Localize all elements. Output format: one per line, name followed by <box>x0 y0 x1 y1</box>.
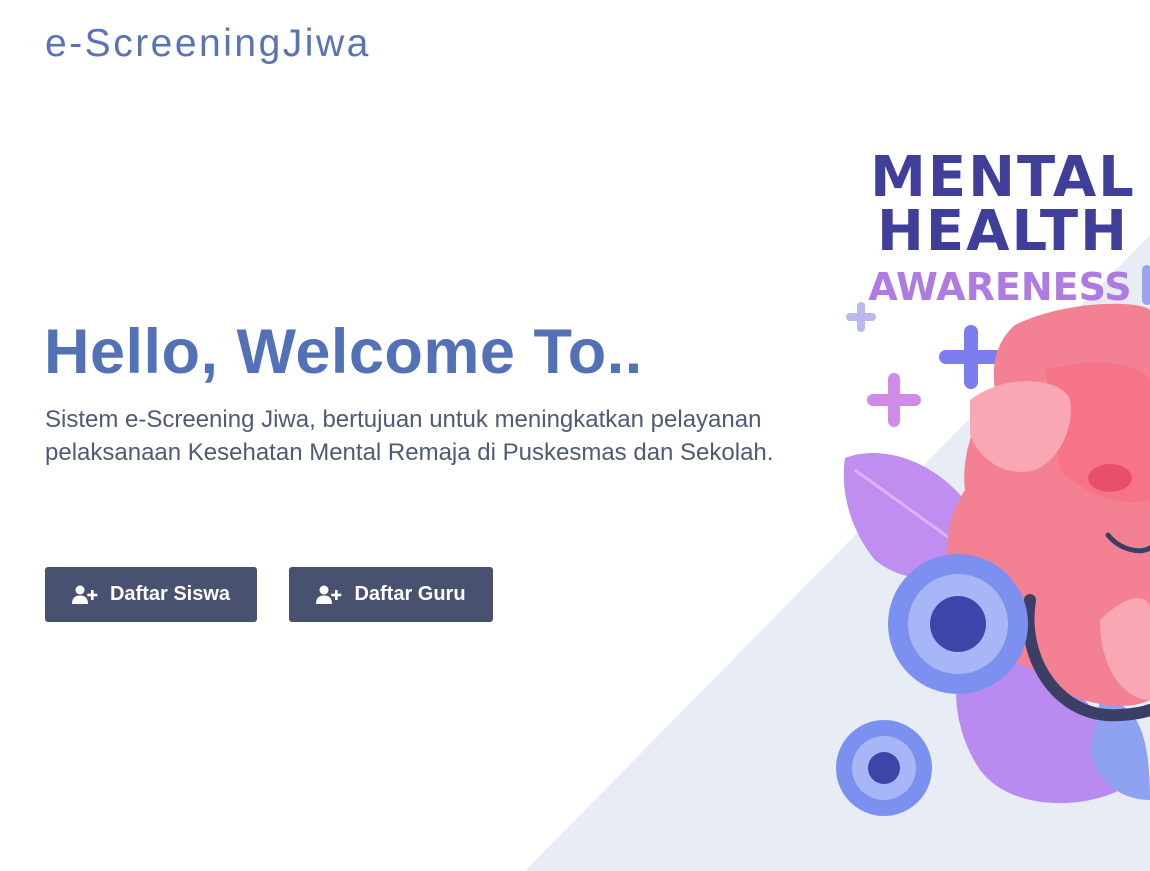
daftar-siswa-button[interactable]: Daftar Siswa <box>45 567 257 622</box>
illustration-heading-line2: HEALTH <box>877 199 1129 264</box>
hero-description: Sistem e-Screening Jiwa, bertujuan untuk… <box>45 406 774 466</box>
daftar-siswa-label: Daftar Siswa <box>109 583 231 605</box>
plus-pink-icon <box>867 373 921 427</box>
hero-title: Hello, Welcome To.. <box>44 317 643 387</box>
daftar-guru-label: Daftar Guru <box>354 583 466 605</box>
user-plus-icon <box>71 585 98 605</box>
user-plus-icon <box>316 585 342 605</box>
plus-edge-icon <box>1142 265 1150 305</box>
brand-logo-text[interactable]: e-ScreeningJiwa <box>45 22 371 66</box>
plus-large-icon <box>939 325 1003 389</box>
page: e-ScreeningJiwa Hello, Welcome To.. Sist… <box>0 0 1150 871</box>
daftar-guru-button[interactable]: Daftar Guru <box>289 567 493 622</box>
flower-small <box>836 720 932 816</box>
mental-health-illustration: MENTAL HEALTH AWARENESS <box>836 145 1150 816</box>
illustration-heading-line3: AWARENESS <box>868 265 1131 309</box>
flower-large <box>888 554 1028 694</box>
